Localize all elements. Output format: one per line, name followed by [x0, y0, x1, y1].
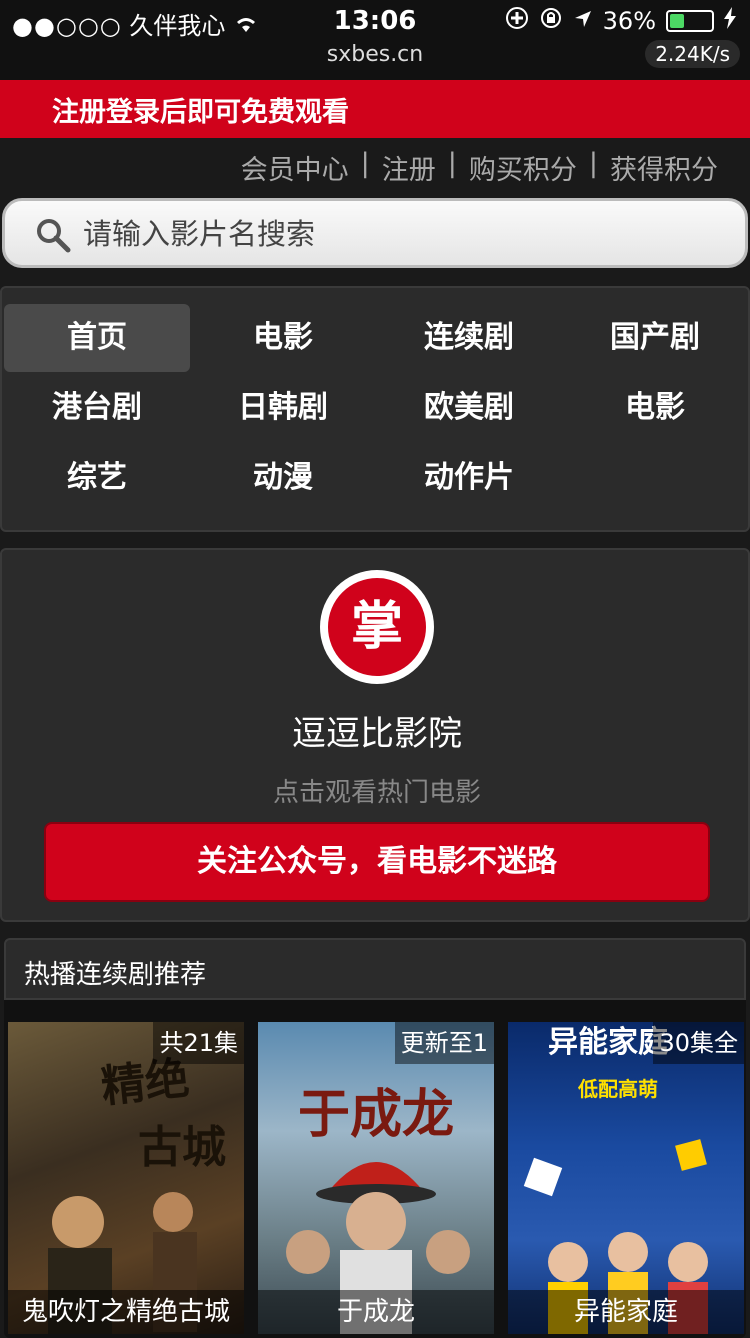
series-card[interactable]: 异能家庭 低配高萌 30集全 异能家庭 [508, 1022, 744, 1334]
member-center-link[interactable]: 会员中心 [241, 148, 349, 187]
nav-item-movie-2[interactable]: 电影 [562, 374, 748, 442]
register-link[interactable]: 注册 [382, 148, 436, 187]
url-label: sxbes.cn [326, 42, 424, 67]
buy-points-link[interactable]: 购买积分 [469, 148, 577, 187]
series-title: 鬼吹灯之精绝古城 [8, 1290, 244, 1334]
series-card[interactable]: 精绝 古城 共21集 鬼吹灯之精绝古城 [8, 1022, 244, 1334]
search-bar[interactable] [2, 198, 748, 268]
nav-item-variety[interactable]: 综艺 [4, 444, 190, 512]
nav-item-domestic[interactable]: 国产剧 [562, 304, 748, 372]
status-bar: ●●○○○ 久伴我心 13:06 36% sxbes.cn 2.24K/s [0, 0, 750, 80]
svg-text:低配高萌: 低配高萌 [577, 1077, 658, 1101]
nav-item-series[interactable]: 连续剧 [376, 304, 562, 372]
episode-badge: 共21集 [153, 1022, 244, 1064]
nav-item-anime[interactable]: 动漫 [190, 444, 376, 512]
logo-char: 掌 [328, 578, 426, 676]
data-saver-icon [505, 6, 529, 36]
promo-subtitle: 点击观看热门电影 [272, 778, 481, 808]
section-header: 热播连续剧推荐 [4, 938, 746, 1000]
rotation-lock-icon [539, 6, 563, 36]
charging-icon [724, 7, 736, 35]
series-card[interactable]: 于成龙 更新至1 于成龙 [258, 1022, 494, 1334]
network-speed: 2.24K/s [645, 40, 740, 68]
battery-percent: 36% [602, 7, 656, 35]
nav-item-western[interactable]: 欧美剧 [376, 374, 562, 442]
poster-image: 精绝 古城 [8, 1022, 244, 1334]
nav-item-action[interactable]: 动作片 [376, 444, 562, 512]
series-title: 异能家庭 [508, 1290, 744, 1334]
nav-item-jp-kr[interactable]: 日韩剧 [190, 374, 376, 442]
promo-panel: 掌 逗逗比影院 点击观看热门电影 关注公众号，看电影不迷路 [0, 548, 750, 922]
episode-badge: 30集全 [653, 1022, 744, 1064]
cinema-name: 逗逗比影院 [292, 714, 462, 754]
banner-text: 注册登录后即可免费观看 [52, 97, 349, 128]
category-nav: 首页 电影 连续剧 国产剧 港台剧 日韩剧 欧美剧 电影 综艺 动漫 动作片 [0, 286, 750, 532]
nav-item-hk-tw[interactable]: 港台剧 [4, 374, 190, 442]
location-icon [573, 7, 593, 35]
separator: | [588, 148, 598, 179]
poster-image: 异能家庭 低配高萌 [508, 1022, 744, 1334]
section-title: 热播连续剧推荐 [24, 960, 207, 990]
search-icon [35, 217, 71, 253]
earn-points-link[interactable]: 获得积分 [610, 148, 718, 187]
separator: | [447, 148, 457, 179]
series-title: 于成龙 [258, 1290, 494, 1334]
episode-badge: 更新至1 [394, 1022, 494, 1064]
svg-text:于成龙: 于成龙 [298, 1084, 454, 1145]
login-banner[interactable]: 注册登录后即可免费观看 [0, 80, 750, 138]
svg-text:异能家庭: 异能家庭 [548, 1025, 668, 1060]
separator: | [360, 148, 370, 179]
poster-image: 于成龙 [258, 1022, 494, 1334]
battery-icon [666, 10, 714, 32]
search-input[interactable] [83, 213, 683, 255]
nav-item-movie[interactable]: 电影 [190, 304, 376, 372]
svg-text:古城: 古城 [138, 1122, 226, 1173]
cinema-logo: 掌 [320, 570, 434, 684]
follow-button[interactable]: 关注公众号，看电影不迷路 [44, 822, 710, 902]
status-right: 36% [505, 6, 736, 36]
nav-item-home[interactable]: 首页 [4, 304, 190, 372]
top-links: 会员中心 | 注册 | 购买积分 | 获得积分 [0, 140, 750, 196]
